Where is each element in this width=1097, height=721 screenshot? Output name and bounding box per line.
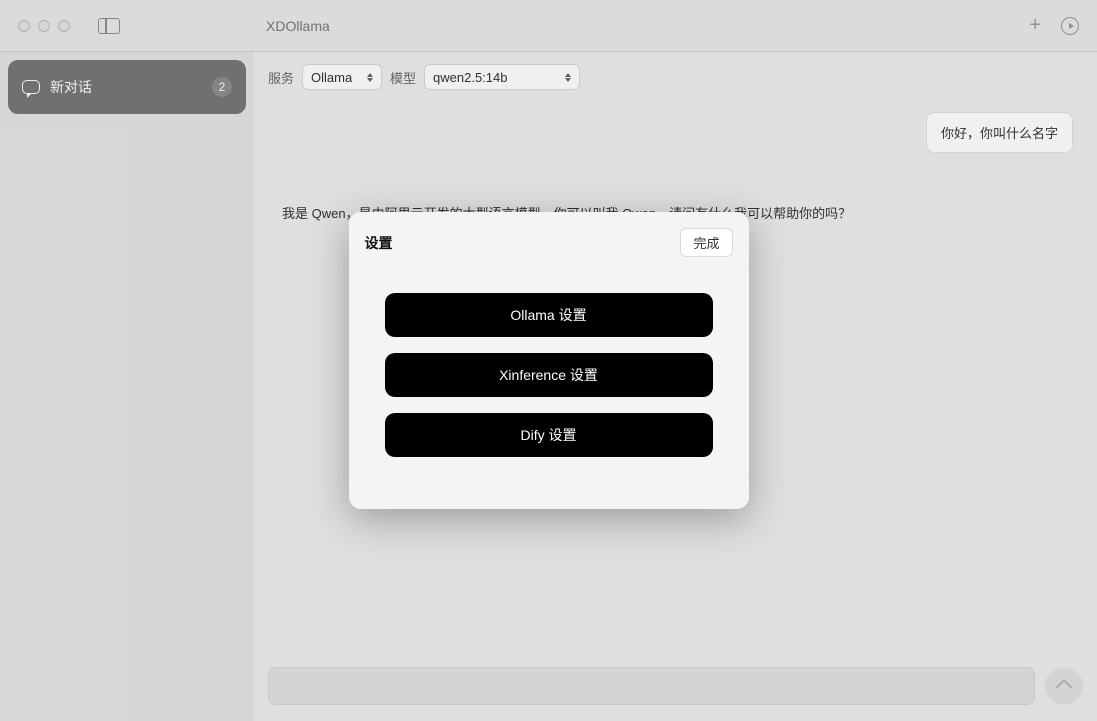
- xinference-settings-button[interactable]: Xinference 设置: [385, 353, 713, 397]
- modal-overlay[interactable]: 设置 完成 Ollama 设置 Xinference 设置 Dify 设置: [0, 0, 1097, 721]
- ollama-settings-button[interactable]: Ollama 设置: [385, 293, 713, 337]
- done-button[interactable]: 完成: [680, 228, 732, 257]
- dify-settings-button[interactable]: Dify 设置: [385, 413, 713, 457]
- settings-modal: 设置 完成 Ollama 设置 Xinference 设置 Dify 设置: [349, 212, 749, 509]
- modal-title: 设置: [365, 233, 393, 253]
